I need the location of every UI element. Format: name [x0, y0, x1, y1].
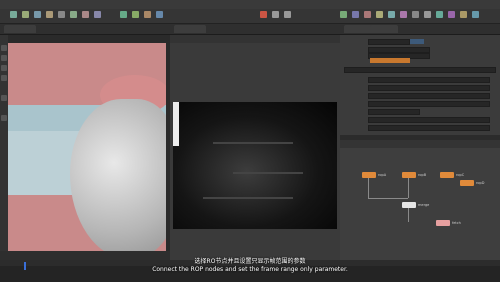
menu-bar[interactable]: [0, 0, 500, 9]
render-image: [173, 102, 337, 229]
rotate-tool-icon[interactable]: [1, 65, 7, 71]
param-button[interactable]: [410, 39, 424, 44]
tool-icon[interactable]: [10, 11, 17, 18]
param-field[interactable]: [368, 77, 490, 83]
tab-render-view[interactable]: [174, 25, 206, 33]
node-wire: [408, 206, 409, 222]
node-label: merge: [418, 203, 430, 207]
tool-icon[interactable]: [272, 11, 279, 18]
node-label: ropC: [456, 173, 465, 177]
node-wire: [368, 178, 369, 198]
node-wire: [408, 178, 409, 198]
tool-icon[interactable]: [472, 11, 479, 18]
node-label: ropD: [476, 181, 485, 185]
tool-icon[interactable]: [364, 11, 371, 18]
subtitle-chinese: 选择RO节点并且设置只显示帧范围的参数: [194, 258, 306, 265]
rop-node[interactable]: [440, 172, 454, 178]
view-tool-icon[interactable]: [1, 115, 7, 121]
tool-icon[interactable]: [120, 11, 127, 18]
node-network[interactable]: ropA ropB ropC ropD merge fetch: [340, 140, 500, 260]
render-detail: [213, 142, 293, 144]
param-field[interactable]: [368, 93, 490, 99]
tool-icon[interactable]: [46, 11, 53, 18]
tool-icon[interactable]: [94, 11, 101, 18]
parameter-panel: [340, 35, 500, 135]
pane-tab-strip: [0, 24, 500, 35]
rop-node[interactable]: [402, 172, 416, 178]
tool-icon[interactable]: [376, 11, 383, 18]
param-field[interactable]: [368, 39, 410, 45]
tool-icon[interactable]: [352, 11, 359, 18]
network-toolbar: [340, 140, 500, 148]
tool-icon[interactable]: [400, 11, 407, 18]
tool-icon[interactable]: [460, 11, 467, 18]
tab-spreadsheet[interactable]: [370, 25, 398, 33]
tool-icon[interactable]: [260, 11, 267, 18]
render-detail: [233, 172, 303, 174]
param-field[interactable]: [368, 101, 490, 107]
rop-node[interactable]: [362, 172, 376, 178]
tool-icon[interactable]: [436, 11, 443, 18]
render-detail: [203, 197, 293, 199]
tool-icon[interactable]: [412, 11, 419, 18]
render-toolbar: [170, 35, 340, 43]
node-wire: [368, 198, 408, 199]
tool-icon[interactable]: [340, 11, 347, 18]
node-label: fetch: [452, 221, 461, 225]
scale-tool-icon[interactable]: [1, 75, 7, 81]
render-view[interactable]: [170, 35, 340, 260]
tool-icon[interactable]: [22, 11, 29, 18]
tool-icon[interactable]: [70, 11, 77, 18]
param-field[interactable]: [368, 117, 490, 123]
move-tool-icon[interactable]: [1, 55, 7, 61]
param-field[interactable]: [368, 109, 420, 115]
scene-viewport[interactable]: [0, 35, 170, 260]
tool-icon[interactable]: [144, 11, 151, 18]
tool-icon[interactable]: [156, 11, 163, 18]
tool-icon[interactable]: [34, 11, 41, 18]
fetch-node[interactable]: [436, 220, 450, 226]
viewport-toolbar: [0, 35, 8, 260]
rock-geometry: [70, 99, 166, 251]
param-field[interactable]: [368, 85, 490, 91]
shelf-toolbar: [0, 9, 500, 24]
tool-icon[interactable]: [284, 11, 291, 18]
tool-icon[interactable]: [424, 11, 431, 18]
tool-icon[interactable]: [388, 11, 395, 18]
tool-icon[interactable]: [58, 11, 65, 18]
rop-node[interactable]: [460, 180, 474, 186]
node-label: ropA: [378, 173, 387, 177]
param-tab-bar[interactable]: [344, 67, 496, 73]
param-field[interactable]: [368, 125, 490, 131]
render-highlight: [173, 102, 179, 146]
tab-scene-view[interactable]: [4, 25, 36, 33]
subtitle-english: Connect the ROP nodes and set the frame …: [152, 266, 348, 273]
tool-icon[interactable]: [448, 11, 455, 18]
tab-parameters[interactable]: [344, 25, 372, 33]
node-label: ropB: [418, 173, 427, 177]
tool-icon[interactable]: [132, 11, 139, 18]
frame-range-menu[interactable]: [370, 58, 410, 63]
select-tool-icon[interactable]: [1, 45, 7, 51]
merge-node[interactable]: [402, 202, 416, 208]
tool-icon[interactable]: [82, 11, 89, 18]
handle-tool-icon[interactable]: [1, 95, 7, 101]
viewport-canvas[interactable]: [8, 43, 166, 251]
